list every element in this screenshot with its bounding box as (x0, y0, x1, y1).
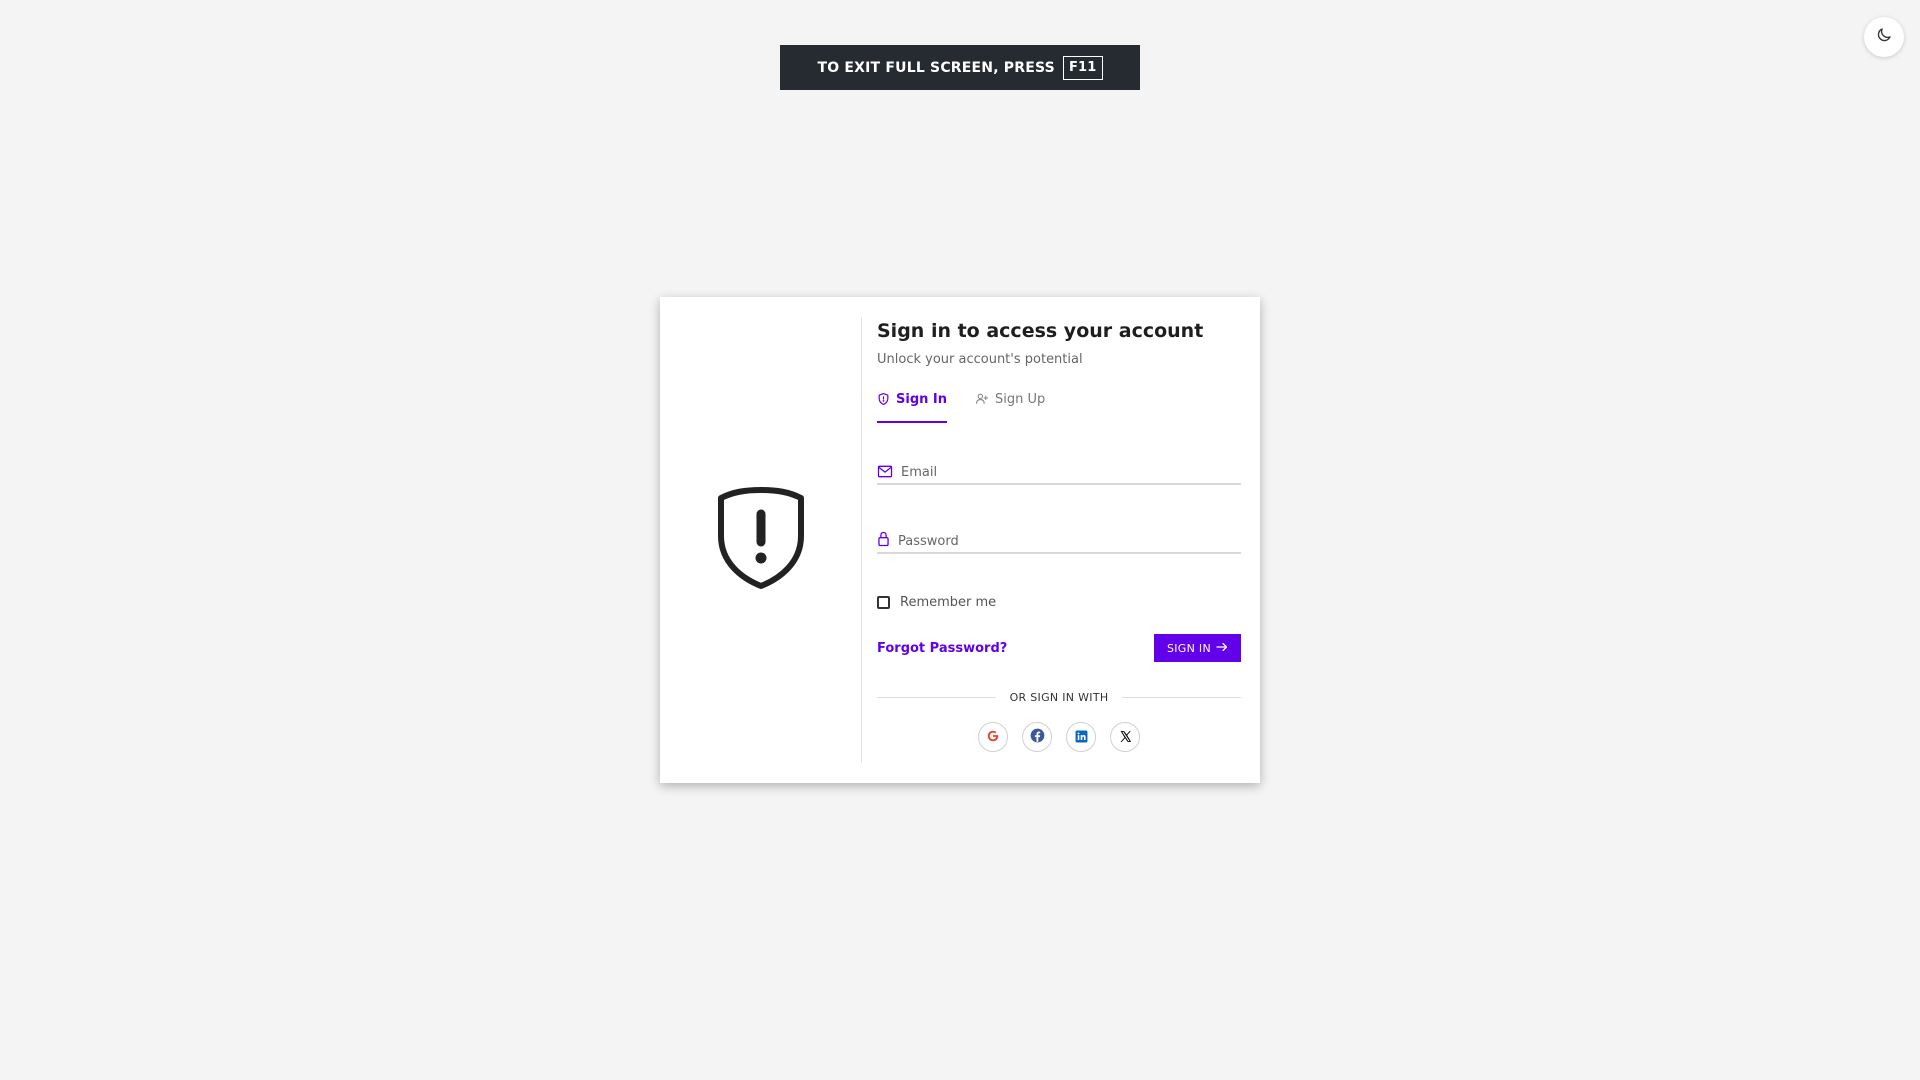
shield-alert-icon (715, 486, 807, 594)
card-illustration (660, 297, 861, 783)
password-field (877, 530, 1241, 554)
fullscreen-key-badge: F11 (1062, 55, 1103, 80)
email-field (877, 461, 1241, 485)
theme-toggle-button[interactable] (1864, 17, 1904, 57)
remember-me-checkbox[interactable] (877, 595, 890, 609)
fullscreen-banner-text: TO EXIT FULL SCREEN, PRESS (817, 59, 1055, 76)
google-icon (986, 728, 1000, 747)
card-divider (861, 317, 862, 763)
tab-sign-in[interactable]: Sign In (877, 389, 947, 423)
login-card: Sign in to access your account Unlock yo… (660, 297, 1260, 783)
login-title: Sign in to access your account (877, 320, 1204, 342)
login-form: Sign in to access your account Unlock yo… (877, 317, 1242, 752)
sign-in-button[interactable]: SIGN IN (1153, 634, 1241, 662)
lock-icon (877, 531, 890, 551)
forgot-password-link[interactable]: Forgot Password? (877, 641, 1007, 656)
sign-in-button-label: SIGN IN (1166, 641, 1211, 655)
or-line-right (1122, 696, 1242, 698)
google-login-button[interactable] (978, 722, 1008, 752)
social-login-buttons (877, 722, 1241, 752)
tab-sign-up-label: Sign Up (995, 392, 1046, 407)
x-icon (1119, 728, 1132, 747)
linkedin-login-button[interactable] (1066, 722, 1096, 752)
or-line-left (877, 696, 996, 698)
password-input[interactable] (898, 533, 1241, 549)
remember-me-label: Remember me (900, 594, 997, 610)
tab-sign-up[interactable]: Sign Up (975, 389, 1045, 423)
facebook-login-button[interactable] (1022, 722, 1052, 752)
moon-icon (1875, 26, 1893, 48)
x-login-button[interactable] (1110, 722, 1140, 752)
shield-icon (877, 392, 890, 410)
auth-tabs: Sign In Sign Up (877, 389, 1241, 423)
or-divider: OR SIGN IN WITH (877, 689, 1242, 705)
tab-sign-in-label: Sign In (896, 392, 947, 407)
form-actions: Forgot Password? SIGN IN (877, 634, 1241, 662)
arrow-right-icon (1216, 642, 1228, 655)
email-input[interactable] (901, 464, 1241, 480)
or-sign-in-with-label: OR SIGN IN WITH (1009, 690, 1109, 704)
facebook-icon (1030, 728, 1045, 747)
fullscreen-banner: TO EXIT FULL SCREEN, PRESS F11 (780, 45, 1140, 90)
user-plus-icon (975, 392, 989, 409)
login-subtitle: Unlock your account's potential (877, 352, 1083, 367)
mail-icon (877, 463, 893, 482)
linkedin-icon (1075, 728, 1088, 747)
remember-me-row: Remember me (877, 592, 1241, 612)
